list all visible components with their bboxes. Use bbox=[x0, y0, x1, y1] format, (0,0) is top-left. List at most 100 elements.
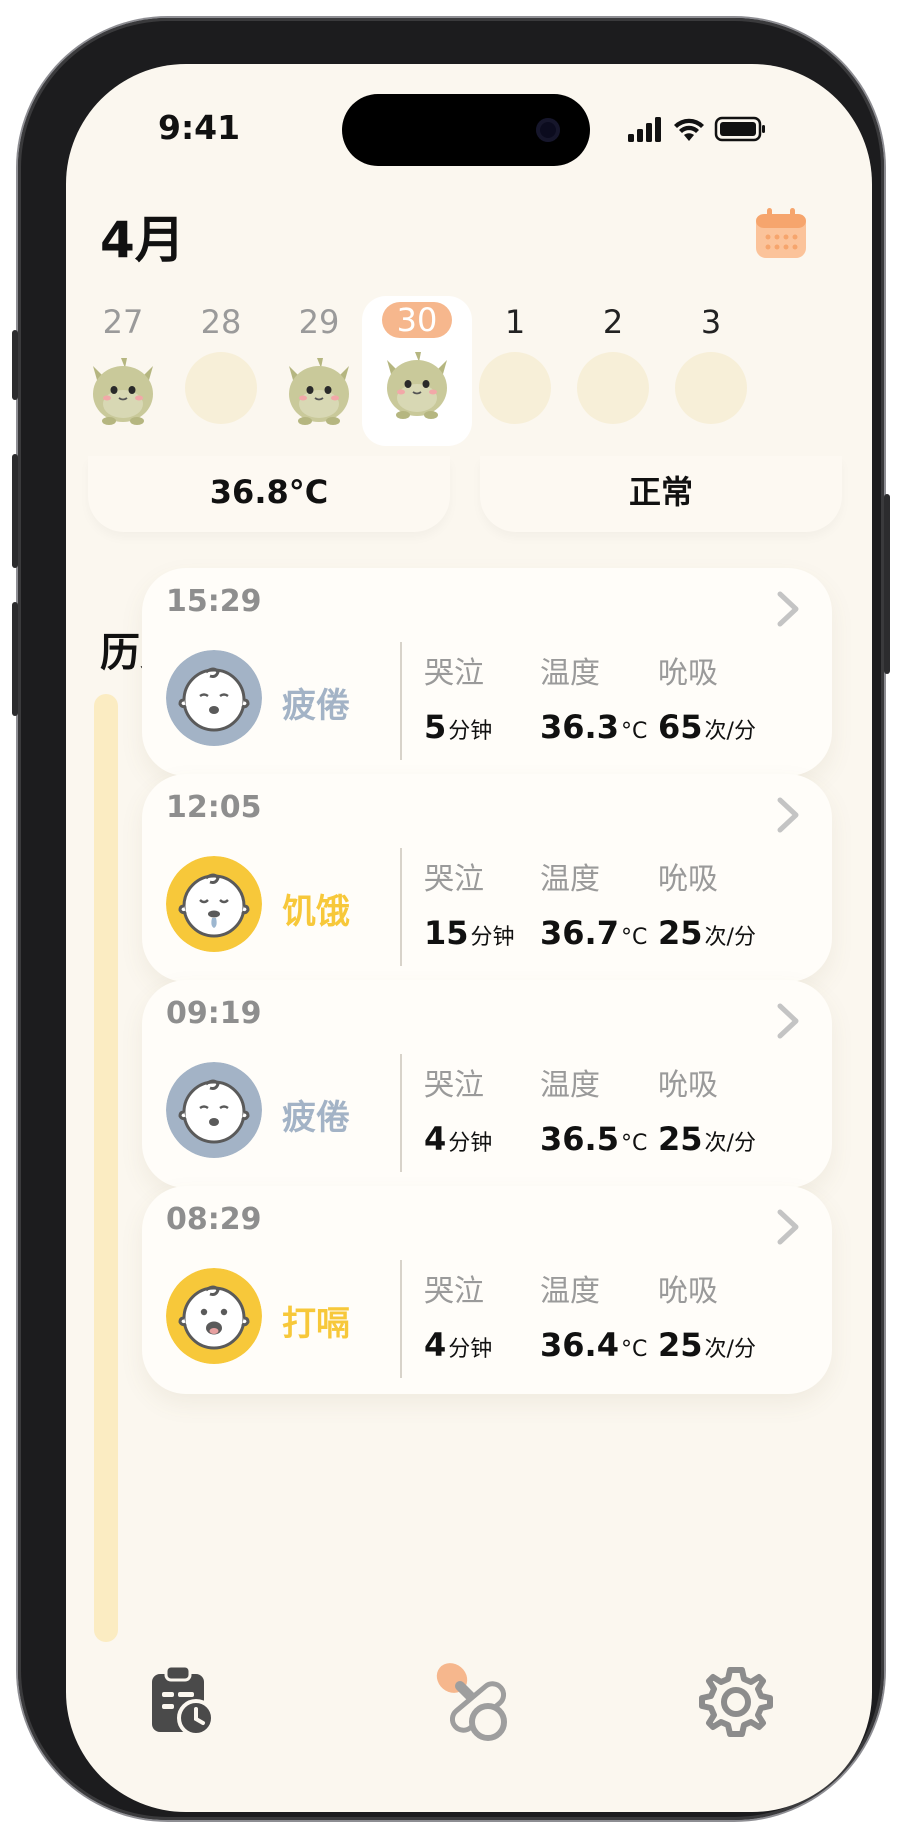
suck-rate-label: 吮吸 bbox=[658, 1068, 718, 1103]
volume-up-button bbox=[12, 454, 18, 568]
suck-rate-metric: 吮吸 25次/分 bbox=[658, 1060, 756, 1158]
front-camera bbox=[536, 118, 560, 142]
day-item-3[interactable]: 3 bbox=[656, 296, 766, 446]
record-time: 12:05 bbox=[166, 790, 262, 825]
temperature-metric: 温度 36.7°C bbox=[540, 854, 647, 952]
temperature-label: 温度 bbox=[540, 1068, 600, 1103]
temperature-label: 温度 bbox=[540, 656, 600, 691]
record-mood: 疲倦 bbox=[282, 1098, 350, 1138]
cry-metric: 哭泣 15分钟 bbox=[424, 854, 515, 952]
monster-mascot-icon bbox=[387, 352, 447, 419]
suck-rate-value: 25 bbox=[658, 1326, 703, 1364]
empty-day-placeholder bbox=[577, 352, 649, 424]
suck-rate-unit: 次/分 bbox=[704, 719, 756, 744]
signal-icon bbox=[628, 117, 661, 142]
day-number: 1 bbox=[504, 303, 526, 341]
day-item-28[interactable]: 28 bbox=[166, 296, 276, 446]
temperature-summary: 36.8°C bbox=[88, 456, 450, 532]
status-time: 9:41 bbox=[158, 108, 241, 147]
cry-metric: 哭泣 5分钟 bbox=[424, 648, 492, 746]
day-item-2[interactable]: 2 bbox=[558, 296, 668, 446]
day-item-1[interactable]: 1 bbox=[460, 296, 570, 446]
cry-label: 哭泣 bbox=[424, 1274, 484, 1309]
suck-rate-unit: 次/分 bbox=[704, 1131, 756, 1156]
chevron-right-icon[interactable] bbox=[774, 796, 802, 834]
chevron-right-icon[interactable] bbox=[774, 1208, 802, 1246]
temperature-unit: °C bbox=[620, 719, 648, 744]
day-item-27[interactable]: 27 bbox=[68, 296, 178, 446]
baby-tired-face-icon bbox=[166, 1062, 262, 1158]
baby-burp-face-icon bbox=[166, 1268, 262, 1364]
cry-unit: 分钟 bbox=[448, 719, 493, 744]
status-summary: 正常 bbox=[480, 456, 842, 532]
temperature-metric: 温度 36.3°C bbox=[540, 648, 647, 746]
cry-unit: 分钟 bbox=[448, 1337, 493, 1362]
history-record-card[interactable]: 08:29 打嗝 哭泣 4分钟 温度 36.4°C 吮吸 25次/分 bbox=[142, 1186, 832, 1394]
suck-rate-metric: 吮吸 25次/分 bbox=[658, 854, 756, 952]
empty-day-placeholder bbox=[675, 352, 747, 424]
temperature-value: 36.5 bbox=[540, 1120, 619, 1158]
record-divider bbox=[400, 848, 402, 966]
cry-value: 4 bbox=[424, 1326, 447, 1364]
suck-rate-unit: 次/分 bbox=[704, 1337, 756, 1362]
volume-down-button bbox=[12, 602, 18, 716]
power-button bbox=[884, 494, 890, 674]
cry-label: 哭泣 bbox=[424, 656, 484, 691]
day-number: 3 bbox=[700, 303, 722, 341]
record-mood: 饥饿 bbox=[282, 892, 350, 932]
dynamic-island bbox=[342, 94, 590, 166]
cry-unit: 分钟 bbox=[448, 1131, 493, 1156]
suck-rate-metric: 吮吸 25次/分 bbox=[658, 1266, 756, 1364]
status-icons bbox=[628, 116, 765, 142]
calendar-icon[interactable] bbox=[754, 206, 808, 260]
cry-metric: 哭泣 4分钟 bbox=[424, 1266, 492, 1364]
temperature-metric: 温度 36.5°C bbox=[540, 1060, 647, 1158]
history-record-card[interactable]: 09:19 疲倦 哭泣 4分钟 温度 36.5°C 吮吸 25次/分 bbox=[142, 980, 832, 1188]
history-record-card[interactable]: 15:29 疲倦 哭泣 5分钟 温度 36.3°C 吮吸 65次/分 bbox=[142, 568, 832, 776]
temperature-unit: °C bbox=[620, 1131, 648, 1156]
monster-mascot-icon bbox=[93, 358, 153, 425]
suck-rate-metric: 吮吸 65次/分 bbox=[658, 648, 756, 746]
temperature-value: 36.4 bbox=[540, 1326, 619, 1364]
record-mood: 疲倦 bbox=[282, 686, 350, 726]
chevron-right-icon[interactable] bbox=[774, 590, 802, 628]
empty-day-placeholder bbox=[479, 352, 551, 424]
wifi-icon bbox=[674, 118, 704, 141]
suck-rate-label: 吮吸 bbox=[658, 656, 718, 691]
history-clipboard-icon[interactable] bbox=[148, 1664, 218, 1738]
pacifier-icon[interactable] bbox=[430, 1656, 514, 1746]
record-divider bbox=[400, 642, 402, 760]
day-number: 27 bbox=[102, 303, 144, 341]
day-item-30[interactable]: 30 bbox=[362, 296, 472, 446]
month-title[interactable]: 4月 bbox=[100, 200, 185, 272]
day-number: 30 bbox=[382, 302, 452, 338]
day-item-29[interactable]: 29 bbox=[264, 296, 374, 446]
record-divider bbox=[400, 1260, 402, 1378]
temperature-metric: 温度 36.4°C bbox=[540, 1266, 647, 1364]
temperature-unit: °C bbox=[620, 925, 648, 950]
action-button bbox=[12, 330, 18, 400]
cry-label: 哭泣 bbox=[424, 1068, 484, 1103]
cry-label: 哭泣 bbox=[424, 862, 484, 897]
temperature-label: 温度 bbox=[540, 862, 600, 897]
chevron-right-icon[interactable] bbox=[774, 1002, 802, 1040]
record-mood: 打嗝 bbox=[282, 1304, 350, 1344]
suck-rate-label: 吮吸 bbox=[658, 1274, 718, 1309]
suck-rate-value: 25 bbox=[658, 914, 703, 952]
cry-unit: 分钟 bbox=[470, 925, 515, 950]
suck-rate-label: 吮吸 bbox=[658, 862, 718, 897]
day-number: 2 bbox=[602, 303, 624, 341]
timeline-bar bbox=[94, 694, 118, 1642]
monster-mascot-icon bbox=[289, 358, 349, 425]
record-time: 09:19 bbox=[166, 996, 262, 1031]
gear-icon[interactable] bbox=[698, 1664, 774, 1740]
empty-day-placeholder bbox=[185, 352, 257, 424]
record-divider bbox=[400, 1054, 402, 1172]
app-screen: 9:41 4月 27 28 29 30 1 2 3 36.8°C 正常 15:2… bbox=[66, 64, 872, 1812]
temperature-label: 温度 bbox=[540, 1274, 600, 1309]
temperature-value: 36.3 bbox=[540, 708, 619, 746]
suck-rate-value: 25 bbox=[658, 1120, 703, 1158]
history-record-card[interactable]: 12:05 饥饿 哭泣 15分钟 温度 36.7°C 吮吸 25次/分 bbox=[142, 774, 832, 982]
day-number: 28 bbox=[200, 303, 242, 341]
record-time: 08:29 bbox=[166, 1202, 262, 1237]
